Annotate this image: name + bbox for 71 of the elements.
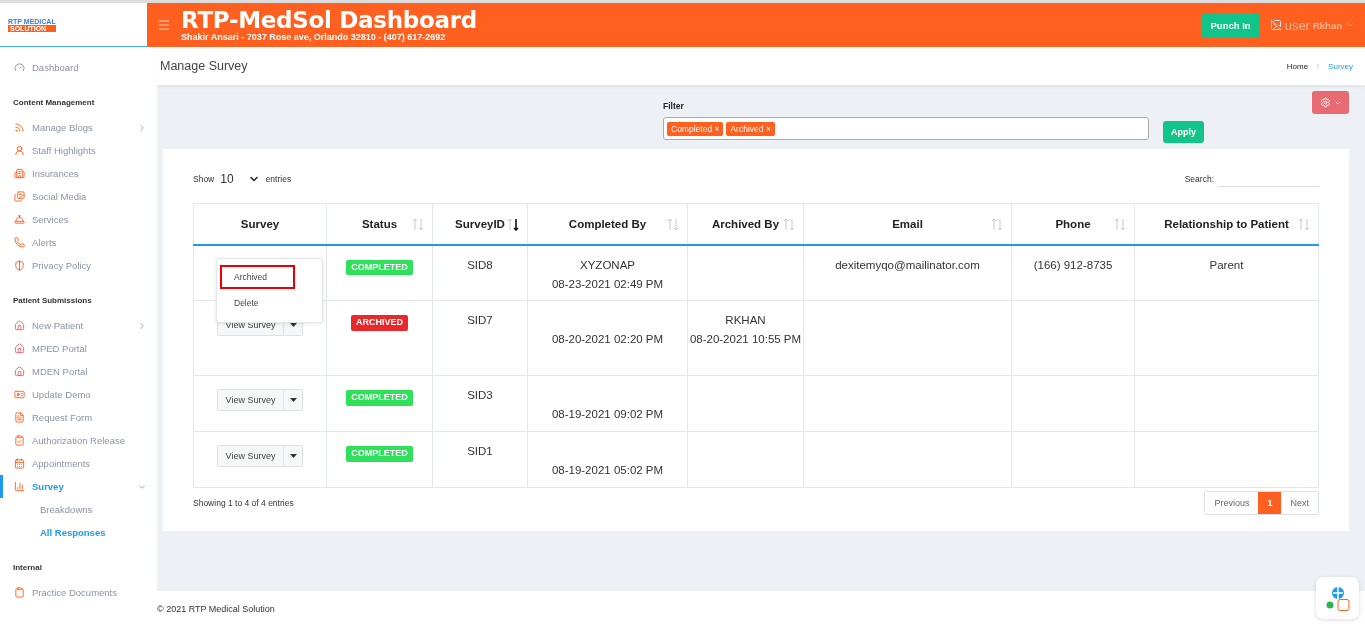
column-header[interactable]: Completed By [527,203,688,245]
sidebar-item[interactable]: Survey [0,475,157,498]
filter-label: Filter [663,101,685,111]
status-badge: COMPLETED [346,446,413,462]
sidebar-item[interactable]: Authorization Release [0,429,157,452]
menu-item[interactable]: Delete [220,291,295,316]
status-badge: ARCHIVED [351,315,408,331]
sidebar-item[interactable]: MDEN Portal [0,360,157,383]
address-text: Shakir Ansari - 7037 Rose ave, Orlando 32810 - (407) 617-2692 [181,32,447,43]
table-cell-text: SID7 [466,313,494,328]
page-title: Manage Survey [160,59,248,73]
section-title: Internal [12,562,43,574]
column-header[interactable]: Phone [1011,203,1135,245]
sidebar-item[interactable]: Staff Highlights [0,139,157,162]
column-header[interactable]: Status [326,203,433,245]
column-header[interactable]: Archived By [687,203,804,245]
column-header[interactable]: Relationship to Patient [1134,203,1319,245]
table-cell-text: 08-19-2021 09:02 PM [550,407,665,422]
sidebar-item[interactable]: New Patient [0,314,157,337]
column-header[interactable]: SurveyID [432,203,528,245]
table-cell-text: SID3 [466,388,494,403]
table-cell-text: 08-19-2021 05:02 PM [550,463,665,478]
sidebar-item[interactable]: MPED Portal [0,337,157,360]
status-badge: COMPLETED [346,259,413,276]
menu-item[interactable]: Archived [220,264,295,289]
sidebar-item[interactable]: Privacy Policy [0,254,157,277]
filter-field[interactable]: Completed × Archived × [663,117,1149,140]
show-label: Show [193,174,215,184]
column-header[interactable]: Survey [193,203,327,245]
table-cell-text: SID8 [466,257,494,273]
sidebar-item[interactable]: Appointments [0,452,157,475]
table-cell-text: dexitemyqo@mailinator.com [834,257,981,273]
view-survey-button[interactable]: View Survey [216,445,285,467]
table-cell-text: RKHAN [724,313,767,328]
pagination-button[interactable]: 1 [1258,492,1282,514]
column-header[interactable]: Email [803,203,1012,245]
app-title: RTP-MedSol Dashboard [181,7,478,33]
table-cell-text: 08-20-2021 02:20 PM [550,332,665,347]
sidebar-item[interactable]: Alerts [0,231,157,254]
sidebar-item[interactable]: Services [0,208,157,231]
sidebar-item[interactable]: Manage Blogs [0,116,157,139]
section-title: Content Management [12,97,96,109]
table-cell-text: Parent [1208,257,1245,273]
user-menu[interactable]: user Rkhan [1269,17,1355,33]
sidebar-item[interactable]: Practice Documents [0,581,157,604]
sidebar-item[interactable]: Update Demo [0,383,157,406]
status-badge: COMPLETED [346,390,413,406]
sidebar-item[interactable]: Insurances [0,162,157,185]
sidebar-item[interactable]: Dashboard [0,56,157,79]
punch-in-button[interactable]: Punch In [1201,12,1260,38]
table-cell-text: 08-23-2021 02:49 PM [550,276,665,292]
table-cell-text: (166) 912-8735 [1032,257,1114,273]
sidebar-item[interactable]: Request Form [0,406,157,429]
sidebar-item[interactable]: Social Media [0,185,157,208]
section-title: Patient Submissions [12,295,93,307]
page-size-select[interactable]: 10 [220,172,260,186]
filter-tag[interactable]: Completed × [667,121,724,136]
search-label: Search: [1184,174,1214,184]
table-cell-text: SID1 [466,444,494,459]
apply-button[interactable]: Apply [1163,121,1204,143]
entries-label: entries [265,174,292,184]
table-cell-text: 08-20-2021 10:55 PM [689,332,802,347]
copyright-text: © 2021 RTP Medical Solution [157,604,275,614]
view-survey-button[interactable]: View Survey [216,389,285,411]
filter-tag[interactable]: Archived × [726,121,775,136]
submenu-item[interactable]: Breakdowns [0,498,157,521]
entries-info: Showing 1 to 4 of 4 entries [193,498,294,508]
breadcrumb-link[interactable]: Survey [1328,61,1353,71]
submenu-item[interactable]: All Responses [0,521,157,544]
breadcrumb-link[interactable]: Home [1286,61,1309,71]
table-cell-text: XYZONAP [579,257,636,273]
